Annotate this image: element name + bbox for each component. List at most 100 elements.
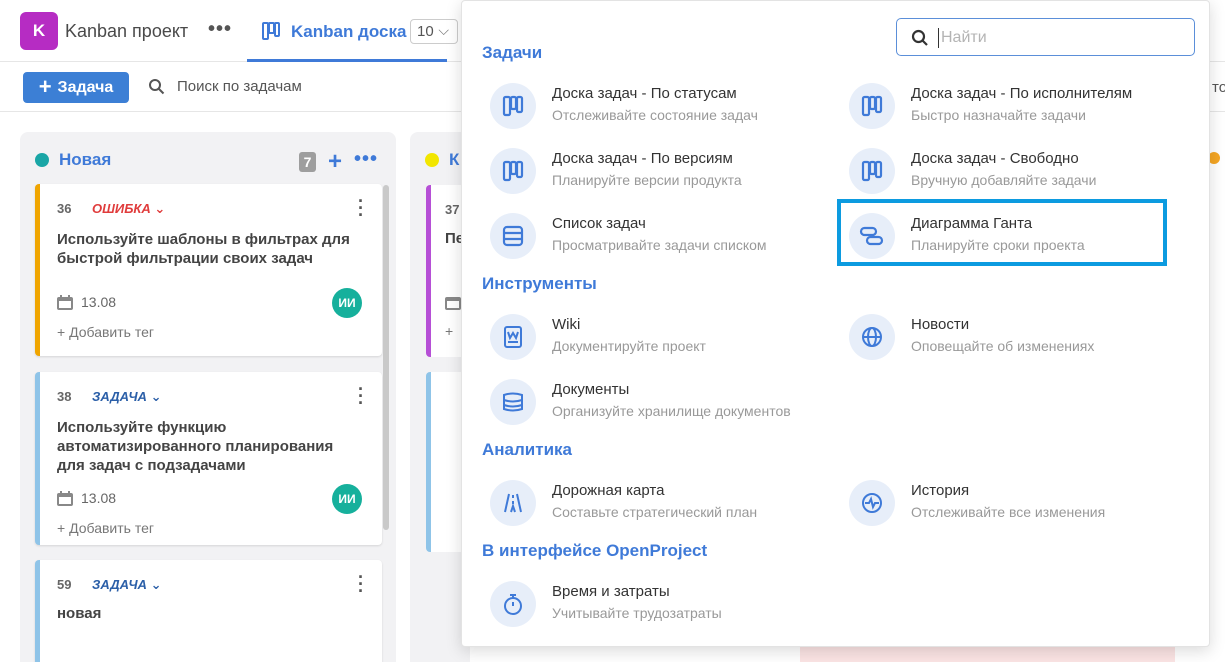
status-dot [35, 153, 49, 167]
menu-item-desc: Просматривайте задачи списком [552, 237, 767, 253]
tab-count-select[interactable]: 10 ⌵ [410, 19, 458, 44]
column-title[interactable]: Новая [59, 150, 111, 170]
search-icon [911, 29, 928, 46]
menu-item-name: История [911, 482, 970, 499]
task-date: 13.08 [57, 490, 116, 506]
menu-item-desc: Составьте стратегический план [552, 504, 758, 520]
highlight-frame [837, 199, 1167, 266]
chevron-down-icon: ⌵ [438, 22, 449, 38]
menu-item-time-costs[interactable]: Время и затраты Учитывайте трудозатраты [482, 578, 802, 630]
more-icon[interactable]: ••• [354, 149, 378, 169]
task-card[interactable]: 37 Пе + [426, 185, 466, 357]
column-title[interactable]: К [449, 150, 459, 170]
menu-item-name: Доска задач - По статусам [552, 85, 737, 102]
menu-item-roadmap[interactable]: Дорожная карта Составьте стратегический … [482, 477, 802, 529]
menu-item-board-version[interactable]: Доска задач - По версиям Планируйте верс… [482, 145, 802, 197]
menu-item-board-assignee[interactable]: Доска задач - По исполнителям Быстро наз… [841, 80, 1161, 132]
menu-item-desc: Документируйте проект [552, 338, 706, 354]
add-card-icon[interactable]: + [328, 150, 342, 174]
menu-item-wiki[interactable]: Wiki Документируйте проект [482, 311, 802, 363]
task-title[interactable]: Используйте шаблоны в фильтрах для быстр… [57, 230, 362, 268]
menu-item-name: Доска задач - По исполнителям [911, 85, 1133, 102]
globe-icon [849, 314, 895, 360]
task-title[interactable]: Используйте функцию автоматизированного … [57, 418, 362, 475]
task-card[interactable]: 38 ЗАДАЧА ⌄ · · · Используйте функцию авто… [35, 372, 382, 545]
menu-item-documents[interactable]: Документы Организуйте хранилище документ… [482, 376, 802, 428]
module-menu-dropdown: Найти Задачи Доска задач - По статусам О… [461, 0, 1210, 647]
add-tag-link[interactable]: + Добавить тег [57, 324, 154, 340]
task-date-value: 13.08 [81, 294, 117, 310]
column-scrollbar[interactable] [383, 185, 389, 530]
project-name[interactable]: Kanban проект [65, 21, 188, 42]
menu-item-news[interactable]: Новости Оповещайте об изменениях [841, 311, 1161, 363]
board-icon [849, 83, 895, 129]
task-card[interactable]: 36 ОШИБКА ⌄ · · · Используйте шаблоны в фи… [35, 184, 382, 356]
search-tasks-label: Поиск по задачам [177, 78, 302, 95]
assignee-avatar[interactable]: ИИ [332, 484, 362, 514]
status-dot [425, 153, 439, 167]
menu-item-name: Документы [552, 381, 630, 398]
menu-item-desc: Оповещайте об изменениях [911, 338, 1095, 354]
column-new: Новая 7 + ••• 36 ОШИБКА ⌄ · · · Используйт… [20, 132, 396, 662]
task-id: 37 [445, 202, 460, 217]
task-type: ОШИБКА [92, 201, 151, 216]
task-type: ЗАДАЧА [92, 389, 147, 404]
chevron-down-icon: ⌄ [154, 201, 166, 216]
task-type: ЗАДАЧА [92, 577, 147, 592]
menu-item-desc: Организуйте хранилище документов [552, 403, 791, 419]
menu-item-history[interactable]: История Отслеживайте все изменения [841, 477, 1161, 529]
menu-item-desc: Вручную добавляйте задачи [911, 172, 1097, 188]
add-tag-link[interactable]: + [445, 323, 453, 339]
task-type-select[interactable]: ЗАДАЧА ⌄ [92, 389, 161, 405]
activity-icon [849, 480, 895, 526]
kebab-menu-icon[interactable]: · · · [358, 192, 364, 224]
roadmap-icon [490, 480, 536, 526]
menu-search-input[interactable]: Найти [896, 18, 1195, 56]
menu-item-name: Новости [911, 316, 970, 333]
tab-count-value: 10 [417, 23, 434, 40]
task-id: 59 [57, 577, 72, 592]
toolbar-overflow-text: то [1212, 79, 1225, 96]
section-title-analytics: Аналитика [482, 440, 572, 459]
list-icon [490, 213, 536, 259]
menu-item-task-list[interactable]: Список задач Просматривайте задачи списк… [482, 210, 802, 262]
menu-item-desc: Учитывайте трудозатраты [552, 605, 722, 621]
board-icon [490, 83, 536, 129]
menu-item-name: Список задач [552, 215, 646, 232]
menu-item-desc: Планируйте версии продукта [552, 172, 742, 188]
task-type-select[interactable]: ОШИБКА ⌄ [92, 201, 165, 217]
assignee-avatar[interactable]: ИИ [332, 288, 362, 318]
board-icon [261, 21, 281, 46]
menu-item-desc: Быстро назначайте задачи [911, 107, 1086, 123]
task-date: 13.08 [57, 294, 116, 310]
menu-item-name: Дорожная карта [552, 482, 665, 499]
menu-item-name: Время и затраты [552, 583, 670, 600]
search-icon [149, 79, 165, 95]
menu-item-board-free[interactable]: Доска задач - Свободно Вручную добавляйт… [841, 145, 1161, 197]
task-type-select[interactable]: ЗАДАЧА ⌄ [92, 577, 161, 593]
tab-kanban-board[interactable]: Kanban доска 10 ⌵ [247, 0, 458, 62]
column-count-badge: 7 [298, 152, 316, 172]
task-date-value: 13.08 [81, 490, 117, 506]
kebab-menu-icon[interactable]: · · · [358, 568, 364, 600]
kebab-menu-icon[interactable]: · · · [358, 380, 364, 412]
text-caret [938, 28, 939, 48]
task-id: 38 [57, 389, 72, 404]
task-card[interactable]: 59 ЗАДАЧА ⌄ · · · новая [35, 560, 382, 662]
task-card[interactable] [426, 372, 466, 552]
search-tasks[interactable]: Поиск по задачам [148, 78, 302, 95]
calendar-icon [57, 294, 73, 310]
documents-icon [490, 379, 536, 425]
column-header: Новая [35, 150, 111, 170]
menu-item-name: Доска задач - Свободно [911, 150, 1079, 167]
chevron-down-icon: ⌄ [150, 577, 162, 592]
add-task-button[interactable]: + Задача [23, 72, 129, 103]
wiki-icon [490, 314, 536, 360]
section-title-tools: Инструменты [482, 274, 597, 293]
task-title[interactable]: новая [57, 604, 362, 623]
project-avatar[interactable]: K [20, 12, 58, 50]
add-tag-link[interactable]: + Добавить тег [57, 520, 154, 536]
menu-item-board-status[interactable]: Доска задач - По статусам Отслеживайте с… [482, 80, 802, 132]
project-more-icon[interactable]: ••• [208, 18, 232, 41]
column-tools: 7 + ••• [298, 149, 378, 174]
